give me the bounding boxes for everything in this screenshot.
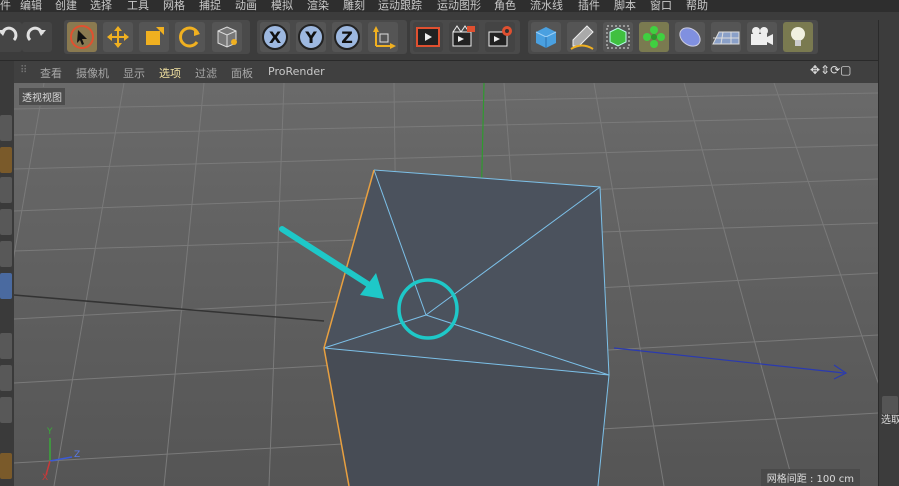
solo-icon[interactable] [0, 453, 12, 479]
deformer-icon[interactable] [675, 22, 705, 52]
z-axis-lock-icon[interactable]: Z [332, 22, 362, 52]
menu-mesh[interactable]: 网格 [163, 0, 185, 12]
y-axis-label: Y [304, 28, 317, 47]
menu-window[interactable]: 窗口 [650, 0, 672, 12]
scale-icon[interactable] [139, 22, 169, 52]
polygons-mode-icon[interactable] [0, 273, 12, 299]
points-mode-icon[interactable] [0, 209, 12, 235]
recent-tool-icon[interactable] [212, 22, 242, 52]
viewport-menu-camera[interactable]: 摄像机 [76, 65, 109, 81]
viewport-menu-display[interactable]: 显示 [123, 65, 145, 81]
live-select-icon[interactable] [67, 22, 97, 52]
viewport-menu: ⠿ 查看 摄像机 显示 选项 过滤 面板 ProRender ✥⇕⟳▢ [14, 61, 878, 83]
viewport-menu-view[interactable]: 查看 [40, 65, 62, 81]
menu-animate[interactable]: 动画 [235, 0, 257, 12]
snap-icon[interactable] [0, 397, 12, 423]
menu-select[interactable]: 选择 [90, 0, 112, 12]
x-axis-label: X [269, 28, 282, 47]
menu-pipeline[interactable]: 流水线 [530, 0, 563, 12]
drag-handle-icon[interactable]: ⠿ [20, 65, 27, 76]
cloner-icon[interactable] [639, 22, 669, 52]
cube-icon[interactable] [531, 22, 561, 52]
floor-icon[interactable] [711, 22, 741, 52]
cube-top-face[interactable] [324, 170, 609, 375]
menu-simulate[interactable]: 模拟 [271, 0, 293, 12]
menu-script[interactable]: 脚本 [614, 0, 636, 12]
menu-bar: 件 编辑 创建 选择 工具 网格 捕捉 动画 模拟 渲染 雕刻 运动跟踪 运动图… [0, 0, 899, 12]
menu-render[interactable]: 渲染 [307, 0, 329, 12]
viewport-menu-panel[interactable]: 面板 [231, 65, 253, 81]
redo-icon[interactable] [22, 22, 52, 52]
rotate-icon[interactable] [175, 22, 205, 52]
main-toolbar: X Y Z [0, 12, 899, 61]
menu-motion-tracking[interactable]: 运动跟踪 [378, 0, 422, 12]
menu-create[interactable]: 创建 [55, 0, 77, 12]
perspective-viewport[interactable]: 透视视图 Y Z X 网格间距 : 100 cm [14, 83, 878, 486]
x-axis-lock-icon[interactable]: X [260, 22, 290, 52]
menu-mograph[interactable]: 运动图形 [437, 0, 481, 12]
gizmo-x-label: X [42, 473, 49, 483]
cube-object[interactable] [323, 169, 610, 486]
coordinate-system-icon[interactable] [368, 22, 398, 52]
tweak-mode-icon[interactable] [0, 365, 12, 391]
menu-plugins[interactable]: 插件 [578, 0, 600, 12]
viewport-menu-options[interactable]: 选项 [159, 65, 181, 81]
undo-icon[interactable] [0, 22, 22, 52]
axis-mode-icon[interactable] [0, 333, 12, 359]
viewport-scene [14, 83, 878, 486]
viewport-menu-prorender[interactable]: ProRender [268, 65, 325, 78]
render-view-icon[interactable] [413, 22, 443, 52]
light-icon[interactable] [783, 22, 813, 52]
move-icon[interactable] [103, 22, 133, 52]
menu-help[interactable]: 帮助 [686, 0, 708, 12]
texture-mode-icon[interactable] [0, 147, 12, 173]
menu-edit[interactable]: 编辑 [20, 0, 42, 12]
menu-tools[interactable]: 工具 [127, 0, 149, 12]
edges-mode-icon[interactable] [0, 241, 12, 267]
z-axis-label: Z [341, 28, 353, 47]
menu-sculpt[interactable]: 雕刻 [343, 0, 365, 12]
viewport-label: 透视视图 [18, 87, 66, 106]
right-panel: 选取 [878, 20, 899, 486]
viewport-menu-filter[interactable]: 过滤 [195, 65, 217, 81]
menu-file[interactable]: 件 [0, 0, 11, 12]
grid-spacing-info: 网格间距 : 100 cm [760, 469, 860, 486]
left-toolbar [0, 61, 14, 486]
camera-icon[interactable] [747, 22, 777, 52]
model-mode-icon[interactable] [0, 115, 12, 141]
viewport-navigation-icons[interactable]: ✥⇕⟳▢ [810, 63, 852, 77]
pen-icon[interactable] [567, 22, 597, 52]
right-panel-label: 选取 [881, 415, 899, 426]
subdivision-icon[interactable] [603, 22, 633, 52]
menu-character[interactable]: 角色 [494, 0, 516, 12]
menu-snap[interactable]: 捕捉 [199, 0, 221, 12]
workplane-icon[interactable] [0, 177, 12, 203]
y-axis-lock-icon[interactable]: Y [296, 22, 326, 52]
gizmo-z-label: Z [74, 450, 81, 460]
gizmo-y-label: Y [47, 427, 53, 437]
render-to-picture-viewer-icon[interactable] [449, 22, 479, 52]
render-settings-icon[interactable] [485, 22, 515, 52]
